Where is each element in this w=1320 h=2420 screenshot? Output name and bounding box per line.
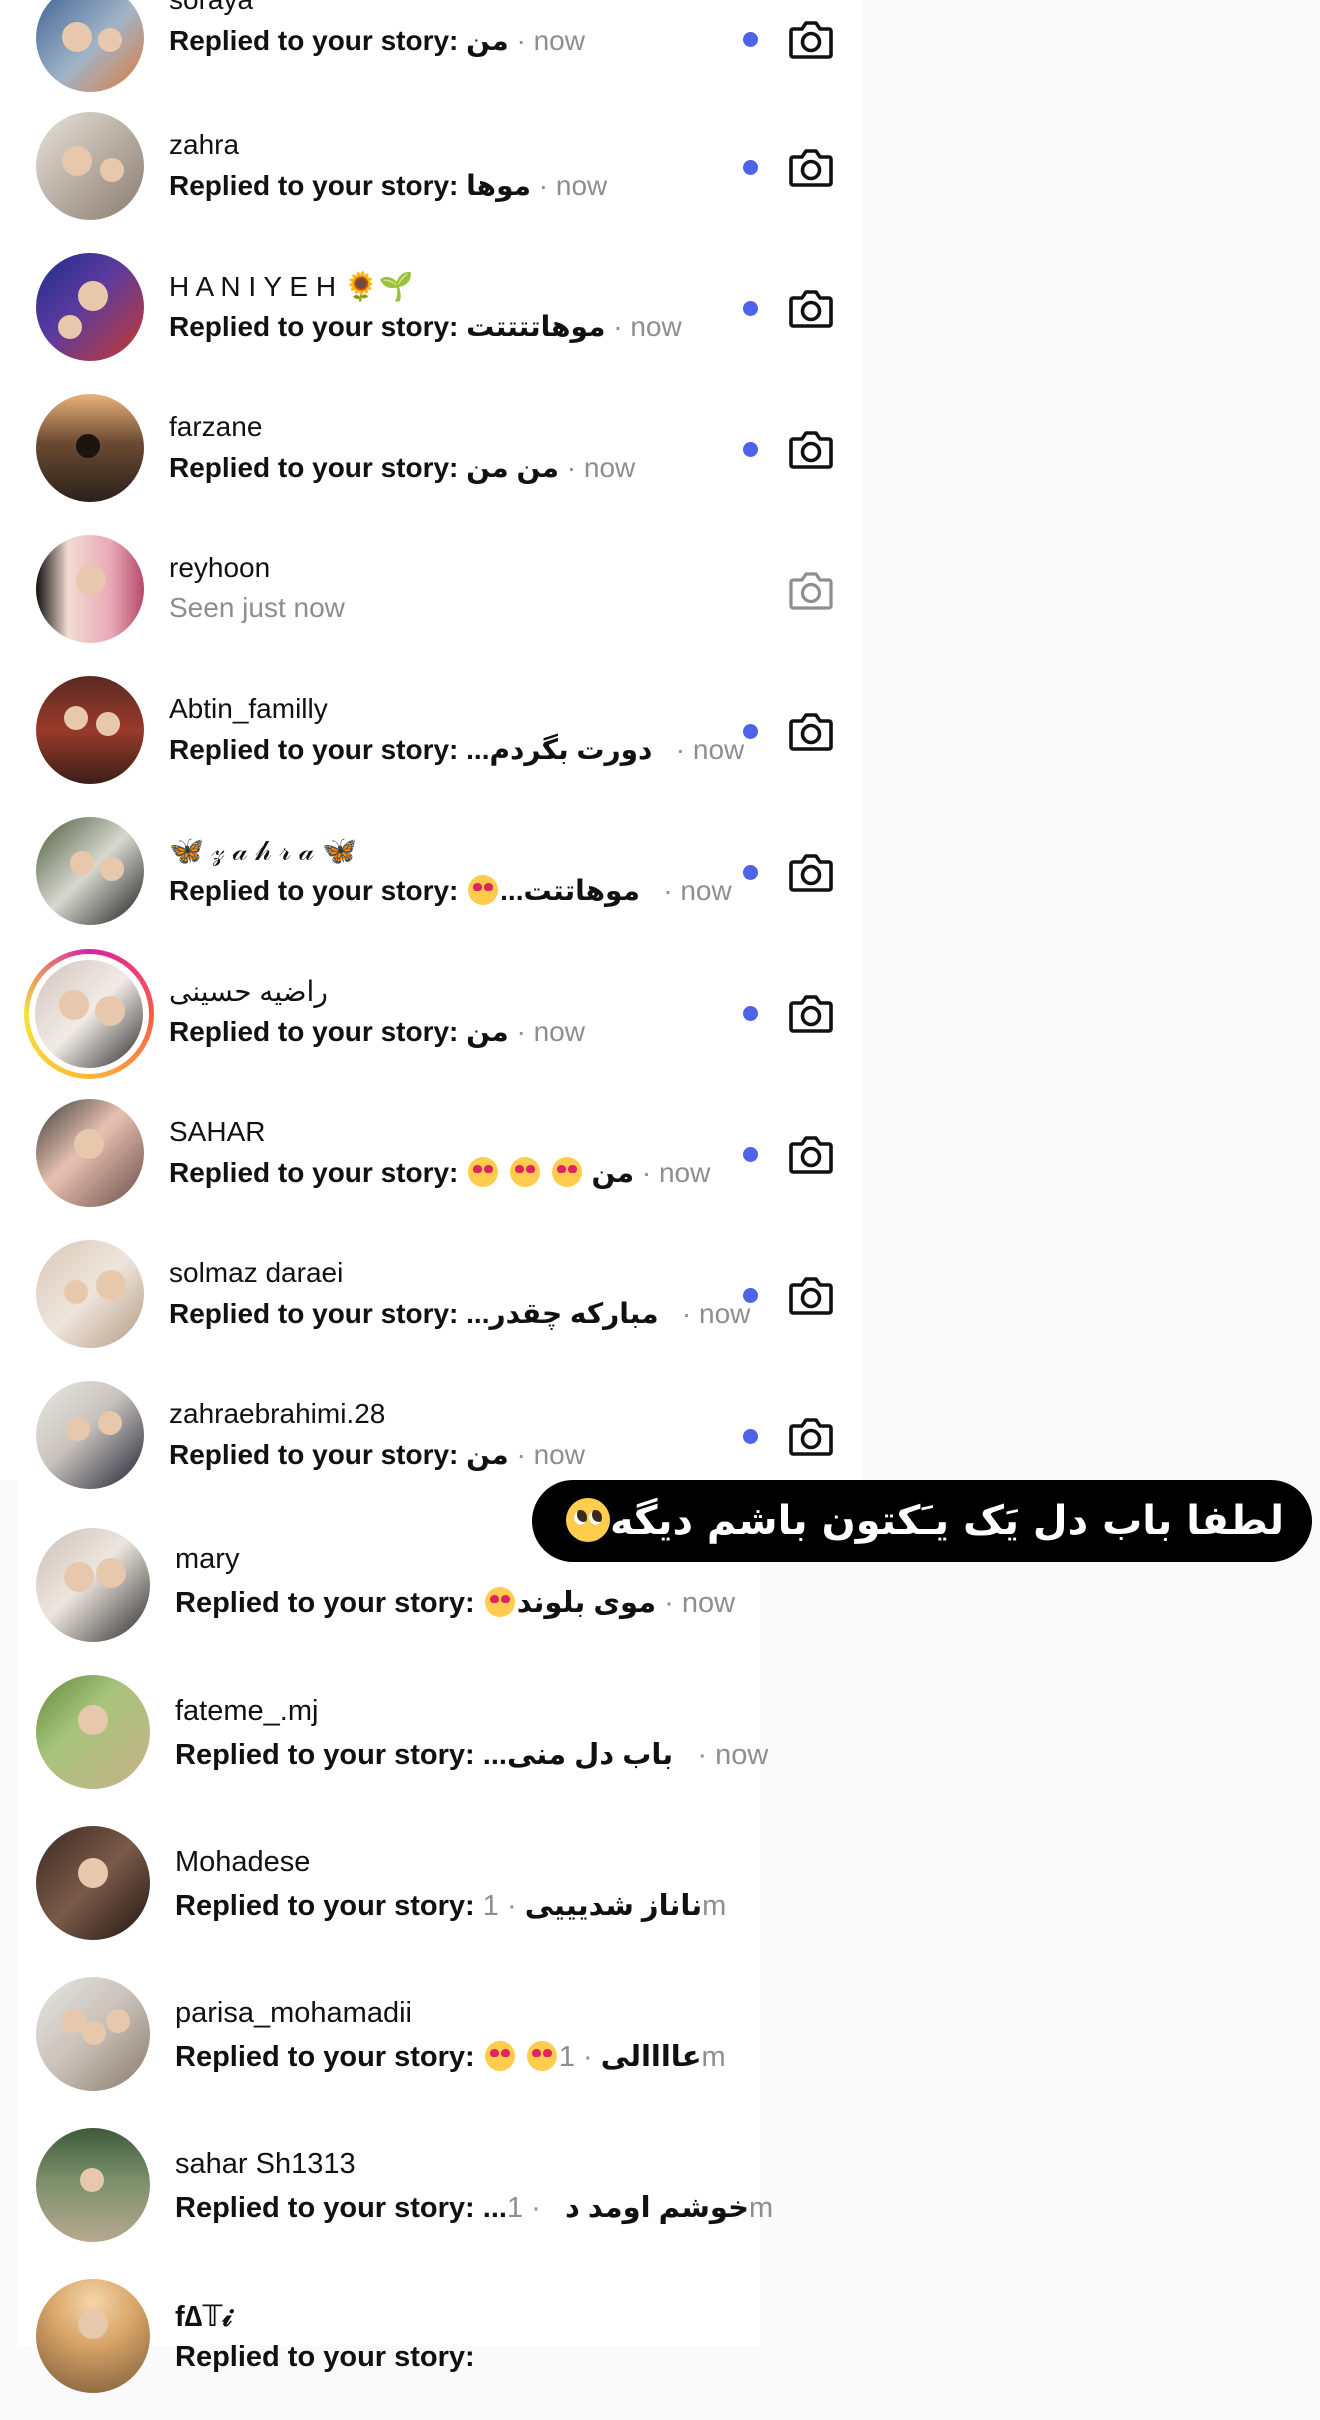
username: parisa_mohamadii <box>175 1997 412 2029</box>
message-row[interactable]: H A N I Y E H 🌻🌱 Replied to your story: … <box>0 250 862 391</box>
camera-icon[interactable] <box>788 146 834 188</box>
unread-dot <box>743 301 758 316</box>
username: zahra <box>169 129 240 160</box>
message-row[interactable]: reyhoon Seen just now <box>0 532 862 673</box>
message-row[interactable]: zahra Replied to your story: موها · now <box>0 109 862 250</box>
avatar <box>36 2128 150 2242</box>
avatar <box>36 817 144 925</box>
camera-icon[interactable] <box>788 428 834 470</box>
heart-eyes-emoji <box>484 2041 515 2071</box>
avatar <box>36 1528 150 1642</box>
username: SAHAR <box>169 1116 266 1147</box>
unread-dot <box>743 32 758 47</box>
avatar <box>36 1240 144 1348</box>
message-preview: Replied to your story: ...مبارکه چقدر · … <box>169 1298 751 1329</box>
story-ring[interactable] <box>24 949 154 1079</box>
heart-eyes-emoji <box>509 1157 540 1187</box>
avatar <box>36 2279 150 2393</box>
message-row[interactable]: Mohadese Replied to your story: ناناز شد… <box>0 1826 862 1967</box>
camera-icon[interactable] <box>788 851 834 893</box>
heart-eyes-emoji <box>484 1587 515 1617</box>
camera-icon[interactable] <box>788 287 834 329</box>
caption-overlay: لطفا باب دل یَک یـَکتون باشم دیگه <box>532 1480 1312 1562</box>
avatar <box>36 1977 150 2091</box>
message-row[interactable]: sahar Sh1313 Replied to your story: ...خ… <box>0 2128 862 2269</box>
message-row[interactable]: 🦋 𝓏 𝒶 𝒽 𝓇 𝒶 🦋 Replied to your story: ...… <box>0 814 862 955</box>
username: راضیه حسینی <box>169 976 328 1007</box>
message-preview: Replied to your story: موها · now <box>169 170 608 201</box>
message-preview: Replied to your story: ...خوشم اومد د · … <box>175 2192 774 2224</box>
username: mary <box>175 1543 240 1575</box>
message-preview: Replied to your story: ...موهاتتت · now <box>169 875 732 906</box>
avatar <box>36 394 144 502</box>
message-row[interactable]: راضیه حسینی Replied to your story: من · … <box>0 949 862 1096</box>
message-row[interactable]: solmaz daraei Replied to your story: ...… <box>0 1237 862 1378</box>
message-preview: Replied to your story: موی بلوند · now <box>175 1587 736 1619</box>
message-preview: Replied to your story: موهاتتتتت · now <box>169 311 682 342</box>
message-row[interactable]: f∆𝕋𝒾 Replied to your story: <box>0 2279 862 2420</box>
avatar <box>36 1381 144 1489</box>
username: sahar Sh1313 <box>175 2148 356 2180</box>
unread-dot <box>743 1288 758 1303</box>
camera-icon[interactable] <box>788 1415 834 1457</box>
message-row[interactable]: soraya Replied to your story: من · now <box>0 0 862 109</box>
message-preview: Replied to your story: ناناز شدیییی · 1m <box>175 1890 727 1922</box>
username: fateme_.mj <box>175 1695 319 1727</box>
username: 🦋 𝓏 𝒶 𝒽 𝓇 𝒶 🦋 <box>169 835 357 866</box>
message-row[interactable]: farzane Replied to your story: من من · n… <box>0 391 862 532</box>
seen-status: Seen just now <box>169 592 345 623</box>
message-preview: Replied to your story: من من · now <box>169 452 636 483</box>
avatar <box>36 1826 150 1940</box>
unread-dot <box>743 1429 758 1444</box>
username: Abtin_familly <box>169 693 328 724</box>
heart-eyes-emoji <box>468 875 499 905</box>
username: f∆𝕋𝒾 <box>175 2301 233 2333</box>
unread-dot <box>743 160 758 175</box>
message-preview: Replied to your story: من · now <box>169 1016 585 1047</box>
avatar <box>35 960 143 1068</box>
unread-dot <box>743 1147 758 1162</box>
avatar <box>36 1099 144 1207</box>
camera-icon[interactable] <box>788 569 834 611</box>
username: soraya <box>169 0 253 16</box>
message-preview: Replied to your story: عاااالی · 1m <box>175 2041 726 2073</box>
avatar <box>36 0 144 92</box>
camera-icon[interactable] <box>788 1133 834 1175</box>
username: reyhoon <box>169 552 271 583</box>
username: farzane <box>169 411 263 442</box>
avatar <box>36 676 144 784</box>
unread-dot <box>743 724 758 739</box>
camera-icon[interactable] <box>788 18 834 60</box>
message-row[interactable]: fateme_.mj Replied to your story: ...باب… <box>0 1675 862 1816</box>
message-preview: Replied to your story: من · now <box>169 1157 711 1188</box>
avatar <box>36 112 144 220</box>
message-preview: Replied to your story: ...باب دل منی · n… <box>175 1739 769 1771</box>
pleading-face-emoji <box>565 1498 610 1542</box>
heart-eyes-emoji <box>468 1157 499 1187</box>
heart-eyes-emoji <box>551 1157 582 1187</box>
camera-icon[interactable] <box>788 992 834 1034</box>
username: H A N I Y E H 🌻🌱 <box>169 271 414 302</box>
message-preview: Replied to your story: ...دورت بگردم · n… <box>169 734 745 765</box>
message-preview: Replied to your story: من · now <box>169 1439 585 1470</box>
camera-icon[interactable] <box>788 710 834 752</box>
message-row[interactable]: Abtin_familly Replied to your story: ...… <box>0 673 862 814</box>
unread-dot <box>743 1006 758 1021</box>
camera-icon[interactable] <box>788 1274 834 1316</box>
avatar <box>36 535 144 643</box>
message-row[interactable]: SAHAR Replied to your story: من · now <box>0 1096 862 1237</box>
username: solmaz daraei <box>169 1257 344 1288</box>
message-preview: Replied to your story: من · now <box>169 25 585 56</box>
unread-dot <box>743 442 758 457</box>
heart-eyes-emoji <box>526 2041 557 2071</box>
username: Mohadese <box>175 1846 311 1878</box>
username: zahraebrahimi.28 <box>169 1398 386 1429</box>
avatar <box>36 253 144 361</box>
avatar <box>36 1675 150 1789</box>
message-row[interactable]: parisa_mohamadii Replied to your story: … <box>0 1977 862 2118</box>
unread-dot <box>743 865 758 880</box>
